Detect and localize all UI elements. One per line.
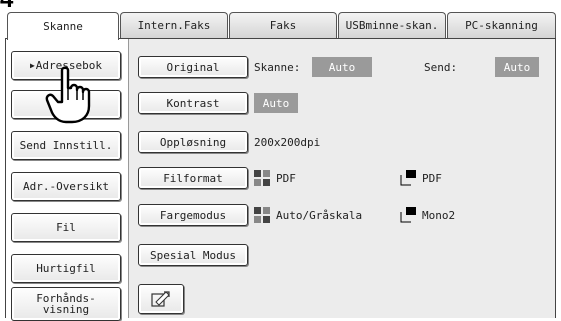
- original-button[interactable]: Original: [138, 56, 248, 78]
- file-format-mono-value: PDF: [400, 167, 442, 189]
- scan-label: Skanne:: [254, 60, 301, 74]
- preview-label-2: visning: [42, 303, 90, 316]
- original-label: Original: [166, 60, 220, 74]
- edit-icon: [151, 291, 170, 307]
- color-mode-color-text: Auto/Gråskala: [276, 208, 363, 222]
- triangle-icon: ▶: [29, 61, 35, 70]
- color-mode-label: Fargemodus: [159, 208, 227, 222]
- address-overview-button[interactable]: Adr.-Oversikt: [11, 172, 121, 201]
- file-format-color-text: PDF: [276, 171, 296, 185]
- tab-pc-scan[interactable]: PC-skanning: [447, 12, 556, 38]
- contrast-button[interactable]: Kontrast: [138, 92, 248, 114]
- resolution-button[interactable]: Oppløsning: [138, 131, 248, 153]
- resolution-value: 200x200dpi: [254, 135, 321, 149]
- tab-fax[interactable]: Faks: [229, 12, 337, 38]
- special-modes-button[interactable]: Spesial Modus: [138, 244, 248, 266]
- tab-usb-scan[interactable]: USBminne-skan.: [338, 12, 446, 38]
- color-document-icon: [254, 170, 270, 186]
- file-format-label: Filformat: [163, 171, 223, 185]
- tab-internet-fax[interactable]: Intern.Faks: [120, 12, 228, 38]
- edit-button[interactable]: [138, 284, 184, 314]
- contrast-label: Kontrast: [166, 96, 220, 110]
- file-label: Fil: [56, 221, 76, 234]
- quick-file-button[interactable]: Hurtigfil: [11, 254, 121, 283]
- send-settings-label: Send Innstill.: [19, 139, 113, 152]
- color-mode-mono-text: Mono2: [422, 208, 456, 222]
- main-panel: ▶Adressebok Send Innstill. Send Innstill…: [5, 38, 556, 321]
- color-mode-button[interactable]: Fargemodus: [138, 204, 248, 226]
- file-button[interactable]: Fil: [11, 213, 121, 242]
- color-document-icon: [254, 207, 270, 223]
- mono-document-icon: [400, 170, 416, 186]
- special-modes-label: Spesial Modus: [149, 248, 237, 262]
- hand-pointer-icon: [45, 66, 91, 124]
- send-settings-button[interactable]: Send Innstill.: [11, 131, 121, 160]
- file-format-mono-text: PDF: [422, 171, 442, 185]
- preview-button[interactable]: Forhånds- visning: [11, 287, 121, 321]
- color-mode-mono-value: Mono2: [400, 204, 455, 226]
- file-format-color-value: PDF: [254, 167, 296, 189]
- contrast-value: Auto: [254, 93, 298, 113]
- file-format-button[interactable]: Filformat: [138, 167, 248, 189]
- tab-scan[interactable]: Skanne: [7, 12, 119, 40]
- send-size-value: Auto: [495, 57, 539, 77]
- address-overview-label: Adr.-Oversikt: [22, 180, 110, 193]
- send-label: Send:: [424, 60, 458, 74]
- scan-size-value: Auto: [312, 57, 372, 77]
- mono-document-icon: [400, 207, 416, 223]
- color-mode-color-value: Auto/Gråskala: [254, 204, 362, 226]
- quick-file-label: Hurtigfil: [36, 262, 96, 275]
- resolution-label: Oppløsning: [159, 135, 227, 149]
